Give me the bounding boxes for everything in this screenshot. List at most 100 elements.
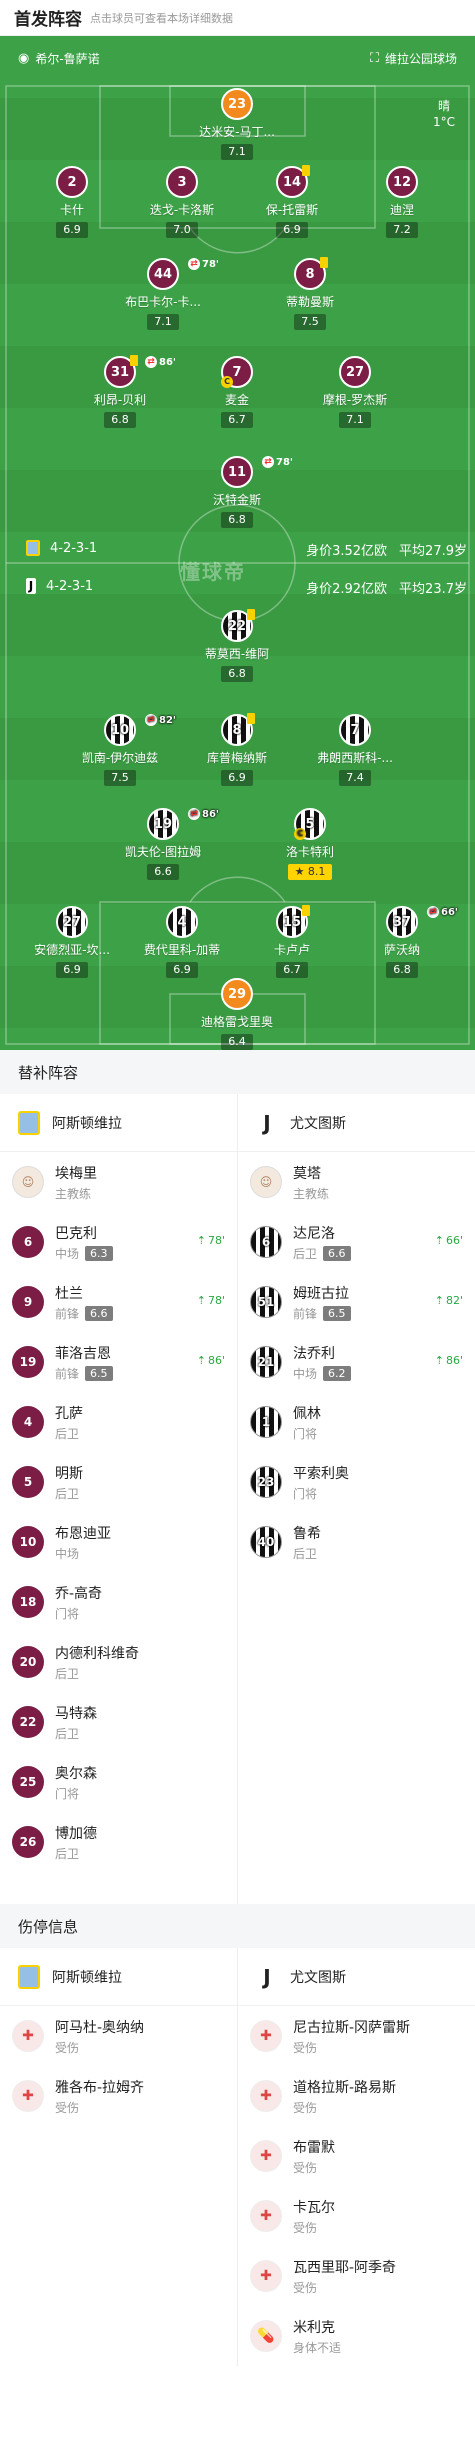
sub-row[interactable]: 5 明斯 后卫 [0, 1452, 237, 1512]
captain-icon: C [221, 376, 233, 388]
away-player[interactable]: 8 库普梅纳斯 6.9 [189, 713, 285, 786]
jersey-number: 11 ⇄ 78' [221, 456, 293, 488]
home-player[interactable]: 23 达米安-马丁... 7.1 [189, 88, 285, 160]
away-subs-col: ☺ 莫塔 主教练 6 达尼洛 后卫 6.6 ⇡ 66' 51 姆班古拉 前锋 6.5 ⇡ 82' 21 法乔利中… [238, 1152, 475, 1904]
sub-row[interactable]: 26 博加德 后卫 [0, 1812, 237, 1872]
player-rating: 6.7 [221, 412, 253, 428]
referee: 希尔-鲁萨诺 [35, 52, 100, 66]
home-player[interactable]: 7 C 麦金 6.7 [189, 356, 285, 428]
stadium-icon: ⛶ [369, 51, 379, 66]
home-player[interactable]: 27 摩根-罗杰斯 7.1 [307, 356, 403, 428]
player-name: 洛卡特利 [285, 845, 334, 859]
jersey-number: 2 [56, 166, 88, 198]
sub-name: 姆班古拉 [293, 1285, 349, 1302]
sub-name: 杜兰 [55, 1285, 83, 1302]
sub-row[interactable]: 20 内德利科维奇 后卫 [0, 1632, 237, 1692]
sub-role-line: 门将 [293, 1425, 321, 1442]
home-team-name: 阿斯顿维拉 [52, 1969, 122, 1986]
yellow-card-icon [247, 609, 255, 620]
sub-row[interactable]: 19 菲洛吉恩 前锋 6.5 ⇡ 86' [0, 1332, 237, 1392]
sub-role: 门将 [55, 1606, 80, 1621]
sub-info: 布恩迪亚 中场 [55, 1523, 111, 1562]
sub-row[interactable]: 51 姆班古拉 前锋 6.5 ⇡ 82' [238, 1272, 475, 1332]
jersey-number: 44 ⇄ 78' [147, 258, 219, 290]
jersey-number: 40 [250, 1526, 282, 1558]
sub-role-line: 后卫 6.6 [293, 1245, 351, 1262]
player-name: 弗朗西斯科-... [317, 751, 393, 765]
jersey-number: 12 [386, 166, 418, 198]
away-formation-text: 4-2-3-1 [46, 578, 94, 594]
home-player[interactable]: 44 ⇄ 78' 布巴卡尔-卡... 7.1 [115, 258, 219, 330]
subs-away-team[interactable]: J 尤文图斯 [238, 1094, 475, 1151]
away-player[interactable]: 22 蒂莫西-维阿 6.8 [189, 609, 285, 682]
sub-info: 姆班古拉 前锋 6.5 [293, 1283, 351, 1322]
sub-role-line: 后卫 [55, 1845, 97, 1862]
player-rating: 6.9 [56, 962, 88, 978]
home-player[interactable]: 12 迪涅 7.2 [354, 166, 450, 238]
away-player[interactable]: 37 ⇄ 66' 萨沃纳 6.8 [354, 906, 458, 978]
sub-info: 平索利奥 门将 [293, 1463, 349, 1502]
jersey-number: 23 [250, 1466, 282, 1498]
injury-cross-icon: ✚ [12, 2080, 44, 2112]
home-player[interactable]: 8 蒂勒曼斯 7.5 [262, 257, 358, 330]
away-player[interactable]: 7 弗朗西斯科-... 7.4 [307, 714, 403, 786]
sub-info: 菲洛吉恩 前锋 6.5 [55, 1343, 113, 1382]
sub-row[interactable]: 22 马特森 后卫 [0, 1692, 237, 1752]
sub-row[interactable]: 40 鲁希 后卫 [238, 1512, 475, 1572]
away-player[interactable]: 19 ⇄ 86' 凯夫伦-图拉姆 6.6 [115, 808, 219, 880]
away-player[interactable]: 15 卡卢卢 6.7 [244, 905, 340, 978]
sub-role: 后卫 [55, 1486, 80, 1501]
home-player[interactable]: 3 迭戈-卡洛斯 7.0 [134, 166, 230, 238]
player-rating: 7.5 [294, 314, 326, 330]
injury-row[interactable]: ✚ 卡瓦尔 受伤 [238, 2186, 475, 2246]
away-player[interactable]: 10 ⇄ 82' 凯南-伊尔迪兹 7.5 [72, 714, 176, 786]
home-player[interactable]: 31 ⇄ 86' 利昂-贝利 6.8 [72, 355, 176, 428]
sub-row[interactable]: 6 巴克利 中场 6.3 ⇡ 78' [0, 1212, 237, 1272]
home-player[interactable]: 11 ⇄ 78' 沃特金斯 6.8 [189, 456, 293, 528]
injury-row[interactable]: ✚ 阿马杜-奥纳纳 受伤 [0, 2006, 237, 2066]
player-name: 麦金 [224, 393, 249, 407]
away-player[interactable]: 4 费代里科-加蒂 6.9 [134, 906, 230, 978]
sub-row[interactable]: ☺ 莫塔 主教练 [238, 1152, 475, 1212]
sub-row[interactable]: 4 孔萨 后卫 [0, 1392, 237, 1452]
injury-row[interactable]: ✚ 布雷默 受伤 [238, 2126, 475, 2186]
home-player[interactable]: 14 保-托雷斯 6.9 [244, 165, 340, 238]
sub-row[interactable]: ☺ 埃梅里 主教练 [0, 1152, 237, 1212]
injured-player-name: 布雷默 [293, 2139, 335, 2156]
home-formation-text: 4-2-3-1 [50, 540, 98, 556]
sub-row[interactable]: 10 布恩迪亚 中场 [0, 1512, 237, 1572]
away-player[interactable]: 29 迪格雷戈里奥 6.4 [189, 978, 285, 1050]
away-player[interactable]: 27 安德烈亚-坎... 6.9 [24, 906, 120, 978]
injury-reason: 受伤 [55, 2100, 80, 2115]
injury-row[interactable]: 💊 米利克 身体不适 [238, 2306, 475, 2366]
injury-home-team[interactable]: 阿斯顿维拉 [0, 1948, 238, 2005]
away-player[interactable]: 5 C 洛卡特利 ★ 8.1 [262, 808, 358, 880]
sub-row[interactable]: 9 杜兰 前锋 6.6 ⇡ 78' [0, 1272, 237, 1332]
sub-row[interactable]: 25 奥尔森 门将 [0, 1752, 237, 1812]
home-player[interactable]: 2 卡什 6.9 [24, 166, 120, 238]
sub-role-line: 中场 6.2 [293, 1365, 351, 1382]
injury-away-team[interactable]: J 尤文图斯 [238, 1948, 475, 2005]
sub-role-line: 后卫 [55, 1725, 97, 1742]
injury-row[interactable]: ✚ 道格拉斯-路易斯 受伤 [238, 2066, 475, 2126]
subs-grid: ☺ 埃梅里 主教练 6 巴克利 中场 6.3 ⇡ 78' 9 杜兰 前锋 6.6 ⇡ 78' 19 菲洛吉恩 前锋… [0, 1152, 475, 1904]
home-meta: 身价3.52亿欧 平均27.9岁 [306, 540, 467, 559]
injury-row[interactable]: ✚ 雅各布-拉姆齐 受伤 [0, 2066, 237, 2126]
sub-info: 内德利科维奇 后卫 [55, 1643, 139, 1682]
sub-row[interactable]: 23 平索利奥 门将 [238, 1452, 475, 1512]
injury-row[interactable]: ✚ 尼古拉斯-冈萨雷斯 受伤 [238, 2006, 475, 2066]
sub-row[interactable]: 6 达尼洛 后卫 6.6 ⇡ 66' [238, 1212, 475, 1272]
sub-role: 门将 [293, 1426, 318, 1441]
sub-arrow-icon: ⇄ [188, 808, 201, 820]
sub-on-minute: 78' [207, 1294, 225, 1307]
sub-row[interactable]: 1 佩林 门将 [238, 1392, 475, 1452]
sub-row[interactable]: 21 法乔利 中场 6.2 ⇡ 86' [238, 1332, 475, 1392]
player-name: 费代里科-加蒂 [143, 943, 221, 957]
jersey-number: 20 [12, 1646, 44, 1678]
subs-home-team[interactable]: 阿斯顿维拉 [0, 1094, 238, 1151]
sub-row[interactable]: 18 乔-高奇 门将 [0, 1572, 237, 1632]
injury-grid: ✚ 阿马杜-奥纳纳 受伤 ✚ 雅各布-拉姆齐 受伤 ✚ 尼古拉斯-冈萨雷斯 受伤 ✚ 道格拉斯-路… [0, 2006, 475, 2366]
sub-role-line: 主教练 [293, 1185, 329, 1202]
injury-row[interactable]: ✚ 瓦西里耶-阿季奇 受伤 [238, 2246, 475, 2306]
jersey-number: 29 [221, 978, 253, 1010]
